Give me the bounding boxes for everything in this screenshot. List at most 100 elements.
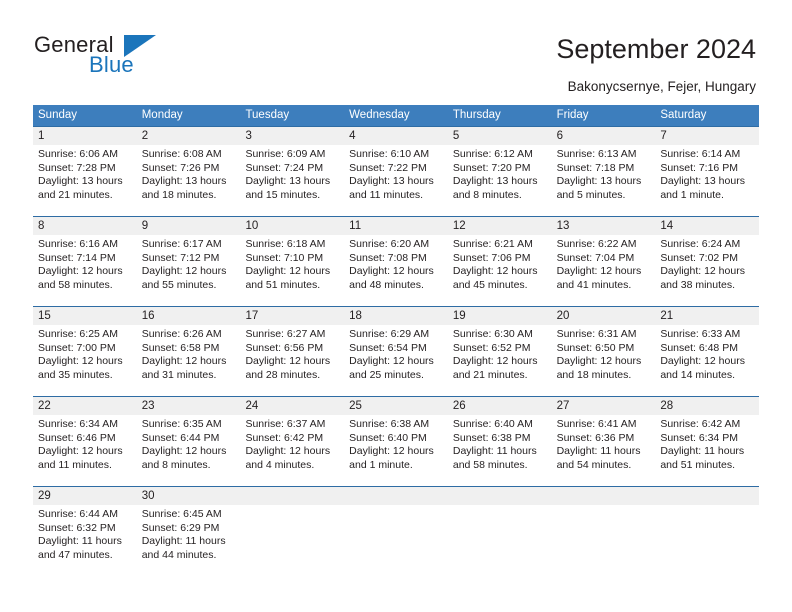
- sunset-text: Sunset: 6:46 PM: [38, 431, 116, 444]
- day-cell[interactable]: Sunrise: 6:45 AM Sunset: 6:29 PM Dayligh…: [137, 505, 241, 576]
- day-cell[interactable]: Sunrise: 6:16 AM Sunset: 7:14 PM Dayligh…: [33, 235, 137, 306]
- sunset-text: Sunset: 7:14 PM: [38, 251, 116, 264]
- week-row: 8 9 10 11 12 13 14 Sunrise: 6:16 AM Suns…: [33, 216, 759, 306]
- weekday-thursday: Thursday: [452, 109, 501, 121]
- page-subtitle-location: Bakonycsernye, Fejer, Hungary: [567, 79, 756, 94]
- day-cell[interactable]: Sunrise: 6:18 AM Sunset: 7:10 PM Dayligh…: [240, 235, 344, 306]
- day-number[interactable]: 19: [448, 307, 552, 325]
- daylight-text: Daylight: 11 hours and 44 minutes.: [141, 535, 226, 561]
- day-number[interactable]: 17: [240, 307, 344, 325]
- day-number[interactable]: 5: [448, 127, 552, 145]
- day-number[interactable]: 1: [33, 127, 137, 145]
- week-daynumber-band: 1 2 3 4 5 6 7: [33, 127, 759, 145]
- daylight-text: Daylight: 12 hours and 58 minutes.: [38, 265, 123, 291]
- day-cell[interactable]: Sunrise: 6:30 AM Sunset: 6:52 PM Dayligh…: [448, 325, 552, 396]
- sunrise-text: Sunrise: 6:45 AM: [141, 508, 222, 520]
- day-cell[interactable]: Sunrise: 6:24 AM Sunset: 7:02 PM Dayligh…: [655, 235, 759, 306]
- day-number[interactable]: 16: [137, 307, 241, 325]
- day-number-empty: [240, 487, 344, 505]
- sunset-text: Sunset: 6:40 PM: [349, 431, 427, 444]
- day-number[interactable]: 27: [552, 397, 656, 415]
- sunrise-text: Sunrise: 6:27 AM: [245, 328, 326, 340]
- day-number[interactable]: 26: [448, 397, 552, 415]
- day-cell[interactable]: Sunrise: 6:35 AM Sunset: 6:44 PM Dayligh…: [137, 415, 241, 486]
- day-number[interactable]: 21: [655, 307, 759, 325]
- day-cell[interactable]: Sunrise: 6:20 AM Sunset: 7:08 PM Dayligh…: [344, 235, 448, 306]
- day-cell[interactable]: Sunrise: 6:41 AM Sunset: 6:36 PM Dayligh…: [552, 415, 656, 486]
- day-number[interactable]: 24: [240, 397, 344, 415]
- sunset-text: Sunset: 7:06 PM: [452, 251, 531, 264]
- sunset-text: Sunset: 7:16 PM: [660, 161, 738, 174]
- day-number-empty: [344, 487, 448, 505]
- sunrise-text: Sunrise: 6:22 AM: [556, 238, 637, 250]
- day-number[interactable]: 8: [33, 217, 137, 235]
- sunrise-text: Sunrise: 6:31 AM: [556, 328, 637, 340]
- daylight-text: Daylight: 13 hours and 1 minute.: [660, 175, 745, 201]
- day-number[interactable]: 11: [344, 217, 448, 235]
- day-number[interactable]: 29: [33, 487, 137, 505]
- day-number[interactable]: 23: [137, 397, 241, 415]
- day-cell[interactable]: Sunrise: 6:25 AM Sunset: 7:00 PM Dayligh…: [33, 325, 137, 396]
- page-header: General Blue September 2024 Bakonycserny…: [0, 0, 792, 100]
- day-cell[interactable]: Sunrise: 6:12 AM Sunset: 7:20 PM Dayligh…: [448, 145, 552, 216]
- day-cell-empty: [240, 505, 344, 576]
- week-daynumber-band: 15 16 17 18 19 20 21: [33, 307, 759, 325]
- day-cell[interactable]: Sunrise: 6:22 AM Sunset: 7:04 PM Dayligh…: [552, 235, 656, 306]
- day-number[interactable]: 10: [240, 217, 344, 235]
- sunrise-text: Sunrise: 6:30 AM: [452, 328, 533, 340]
- day-number[interactable]: 30: [137, 487, 241, 505]
- day-number[interactable]: 3: [240, 127, 344, 145]
- day-cell[interactable]: Sunrise: 6:13 AM Sunset: 7:18 PM Dayligh…: [552, 145, 656, 216]
- week-detail-row: Sunrise: 6:44 AM Sunset: 6:32 PM Dayligh…: [33, 505, 759, 576]
- day-cell[interactable]: Sunrise: 6:42 AM Sunset: 6:34 PM Dayligh…: [655, 415, 759, 486]
- sunrise-text: Sunrise: 6:33 AM: [660, 328, 741, 340]
- daylight-text: Daylight: 12 hours and 28 minutes.: [245, 355, 331, 381]
- day-number[interactable]: 25: [344, 397, 448, 415]
- day-cell[interactable]: Sunrise: 6:08 AM Sunset: 7:26 PM Dayligh…: [137, 145, 241, 216]
- week-row: 1 2 3 4 5 6 7 Sunrise: 6:06 AM Sunset: 7…: [33, 126, 759, 216]
- week-detail-row: Sunrise: 6:25 AM Sunset: 7:00 PM Dayligh…: [33, 325, 759, 396]
- day-cell[interactable]: Sunrise: 6:14 AM Sunset: 7:16 PM Dayligh…: [655, 145, 759, 216]
- day-number[interactable]: 7: [655, 127, 759, 145]
- day-cell[interactable]: Sunrise: 6:37 AM Sunset: 6:42 PM Dayligh…: [240, 415, 344, 486]
- daylight-text: Daylight: 12 hours and 55 minutes.: [141, 265, 227, 291]
- general-blue-logo[interactable]: General Blue: [34, 33, 204, 81]
- day-number[interactable]: 18: [344, 307, 448, 325]
- day-number[interactable]: 6: [552, 127, 656, 145]
- daylight-text: Daylight: 12 hours and 48 minutes.: [349, 265, 434, 291]
- sunset-text: Sunset: 6:50 PM: [556, 341, 635, 354]
- day-number[interactable]: 28: [655, 397, 759, 415]
- day-cell[interactable]: Sunrise: 6:38 AM Sunset: 6:40 PM Dayligh…: [344, 415, 448, 486]
- day-cell[interactable]: Sunrise: 6:09 AM Sunset: 7:24 PM Dayligh…: [240, 145, 344, 216]
- day-cell[interactable]: Sunrise: 6:31 AM Sunset: 6:50 PM Dayligh…: [552, 325, 656, 396]
- daylight-text: Daylight: 11 hours and 54 minutes.: [556, 445, 641, 471]
- day-cell[interactable]: Sunrise: 6:17 AM Sunset: 7:12 PM Dayligh…: [137, 235, 241, 306]
- day-number[interactable]: 20: [552, 307, 656, 325]
- day-number[interactable]: 14: [655, 217, 759, 235]
- day-cell[interactable]: Sunrise: 6:10 AM Sunset: 7:22 PM Dayligh…: [344, 145, 448, 216]
- day-number[interactable]: 22: [33, 397, 137, 415]
- day-cell[interactable]: Sunrise: 6:34 AM Sunset: 6:46 PM Dayligh…: [33, 415, 137, 486]
- day-cell[interactable]: Sunrise: 6:40 AM Sunset: 6:38 PM Dayligh…: [448, 415, 552, 486]
- sunrise-text: Sunrise: 6:14 AM: [660, 148, 741, 160]
- day-cell[interactable]: Sunrise: 6:44 AM Sunset: 6:32 PM Dayligh…: [33, 505, 137, 576]
- day-number[interactable]: 2: [137, 127, 241, 145]
- day-number[interactable]: 4: [344, 127, 448, 145]
- day-cell[interactable]: Sunrise: 6:33 AM Sunset: 6:48 PM Dayligh…: [655, 325, 759, 396]
- day-cell[interactable]: Sunrise: 6:06 AM Sunset: 7:28 PM Dayligh…: [33, 145, 137, 216]
- sunrise-text: Sunrise: 6:34 AM: [38, 418, 118, 430]
- day-cell[interactable]: Sunrise: 6:26 AM Sunset: 6:58 PM Dayligh…: [137, 325, 241, 396]
- weekday-header-row: Sunday Monday Tuesday Wednesday Thursday…: [33, 105, 759, 126]
- day-cell[interactable]: Sunrise: 6:21 AM Sunset: 7:06 PM Dayligh…: [448, 235, 552, 306]
- sunrise-text: Sunrise: 6:24 AM: [660, 238, 741, 250]
- day-cell[interactable]: Sunrise: 6:27 AM Sunset: 6:56 PM Dayligh…: [240, 325, 344, 396]
- day-number[interactable]: 13: [552, 217, 656, 235]
- weekday-tuesday: Tuesday: [245, 109, 290, 121]
- daylight-text: Daylight: 12 hours and 51 minutes.: [245, 265, 331, 291]
- day-cell[interactable]: Sunrise: 6:29 AM Sunset: 6:54 PM Dayligh…: [344, 325, 448, 396]
- day-number[interactable]: 9: [137, 217, 241, 235]
- sunrise-text: Sunrise: 6:40 AM: [452, 418, 533, 430]
- day-number[interactable]: 15: [33, 307, 137, 325]
- sunset-text: Sunset: 6:48 PM: [660, 341, 738, 354]
- day-number[interactable]: 12: [448, 217, 552, 235]
